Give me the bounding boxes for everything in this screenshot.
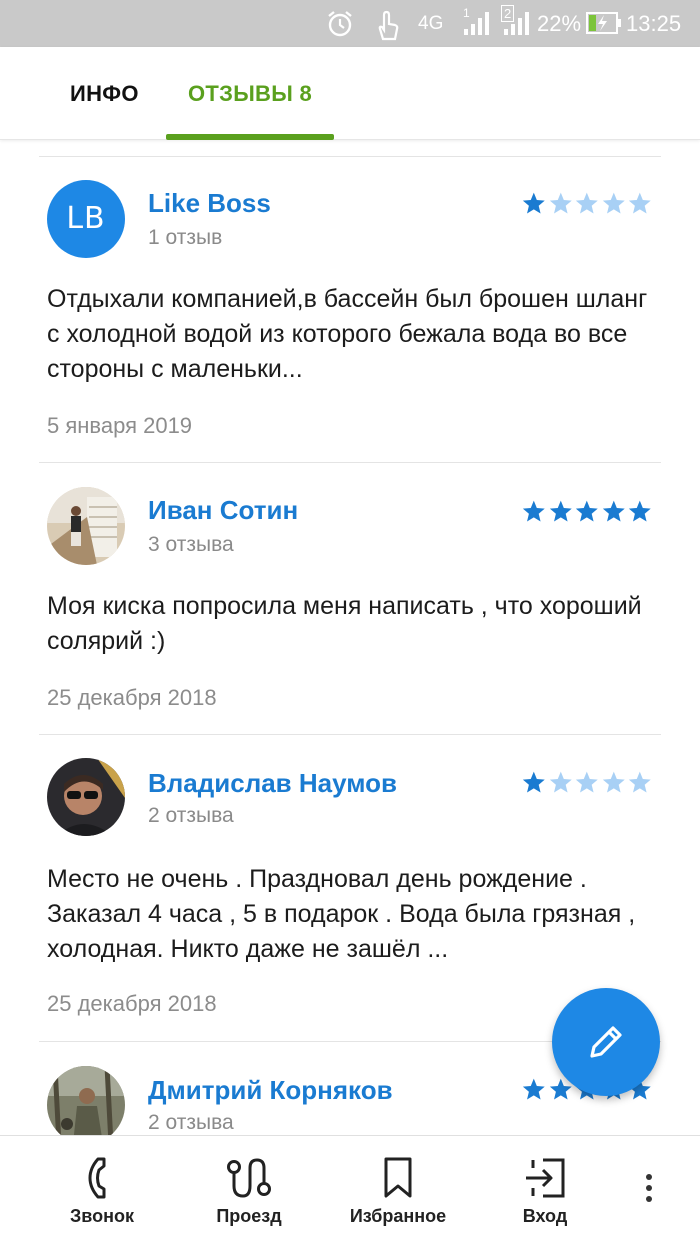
review-count: 2 отзыва xyxy=(148,804,234,827)
reviewer-name[interactable]: Like Boss xyxy=(148,188,271,219)
review-date: 25 декабря 2018 xyxy=(47,685,217,710)
tab-bar: ИНФО ОТЗЫВЫ 8 xyxy=(0,47,700,140)
star-icon xyxy=(549,500,572,522)
avatar[interactable] xyxy=(47,487,125,565)
pencil-icon xyxy=(590,1026,622,1058)
star-icon xyxy=(549,192,572,214)
nav-route[interactable]: Проезд xyxy=(207,1136,291,1244)
nav-call-label: Звонок xyxy=(70,1206,134,1226)
review-count: 3 отзыва xyxy=(148,533,234,556)
review-date: 25 декабря 2018 xyxy=(47,991,217,1016)
rating-stars xyxy=(521,770,653,796)
nav-call[interactable]: Звонок xyxy=(60,1136,144,1244)
nav-login-label: Вход xyxy=(522,1206,568,1226)
avatar[interactable]: LB xyxy=(47,180,125,258)
login-icon xyxy=(526,1158,565,1198)
star-icon xyxy=(549,771,572,793)
rating-stars xyxy=(521,499,653,525)
nav-favorites[interactable]: Избранное xyxy=(338,1136,458,1244)
star-icon xyxy=(576,771,598,793)
divider xyxy=(39,734,661,735)
review-text[interactable]: Отдыхали компанией,в бассейн был брошен … xyxy=(47,282,657,387)
star-icon xyxy=(629,500,652,522)
avatar[interactable] xyxy=(47,758,125,836)
battery-percent: 22% xyxy=(537,11,582,36)
reviewer-name[interactable]: Владислав Наумов xyxy=(148,768,397,799)
review-count: 2 отзыва xyxy=(148,1111,234,1134)
signal-2-icon xyxy=(504,12,529,35)
reviews-list[interactable]: LB Like Boss 1 отзыв Отдыхали компанией,… xyxy=(0,140,700,1135)
star-icon xyxy=(602,500,625,522)
star-icon xyxy=(602,771,625,793)
nav-login[interactable]: Вход xyxy=(505,1136,585,1244)
star-icon xyxy=(522,771,545,793)
review-date: 5 января 2019 xyxy=(47,413,193,438)
battery-charging-icon xyxy=(586,12,621,34)
nav-favorites-label: Избранное xyxy=(349,1206,447,1226)
star-icon xyxy=(522,192,545,214)
bottom-navigation: Звонок Проезд Избранное Вход xyxy=(0,1135,700,1244)
avatar-photo-icon xyxy=(47,487,125,565)
tab-reviews[interactable]: ОТЗЫВЫ 8 xyxy=(166,47,334,140)
tab-info[interactable]: ИНФО xyxy=(70,47,139,140)
write-review-button[interactable] xyxy=(552,988,660,1096)
rating-stars xyxy=(521,191,653,217)
bookmark-icon xyxy=(384,1157,412,1198)
status-bar: 4G 1 2 22% 13:25 xyxy=(0,0,700,47)
star-icon xyxy=(522,500,545,522)
touch-gesture-icon xyxy=(378,10,399,41)
avatar[interactable] xyxy=(47,1066,125,1135)
star-icon xyxy=(522,1078,545,1100)
reviewer-name[interactable]: Иван Сотин xyxy=(148,495,298,526)
divider xyxy=(39,156,661,157)
route-icon xyxy=(227,1158,271,1198)
star-icon xyxy=(602,192,625,214)
divider xyxy=(39,462,661,463)
star-icon xyxy=(629,192,652,214)
signal-1-icon xyxy=(464,12,489,35)
network-type: 4G xyxy=(418,13,444,34)
alarm-clock-icon xyxy=(328,11,352,37)
nav-route-label: Проезд xyxy=(216,1206,282,1226)
reviewer-name[interactable]: Дмитрий Корняков xyxy=(148,1075,393,1106)
more-options-icon[interactable] xyxy=(641,1174,657,1210)
avatar-photo-icon xyxy=(47,758,125,836)
review-text[interactable]: Моя киска попросила меня написать , что … xyxy=(47,589,657,659)
avatar-photo-icon xyxy=(47,1066,125,1135)
star-icon xyxy=(629,771,652,793)
review-text[interactable]: Место не очень . Праздновал день рождени… xyxy=(47,862,657,967)
review-count: 1 отзыв xyxy=(148,226,223,249)
clock: 13:25 xyxy=(626,11,682,36)
star-icon xyxy=(576,500,598,522)
star-icon xyxy=(576,192,598,214)
phone-icon xyxy=(88,1157,106,1199)
